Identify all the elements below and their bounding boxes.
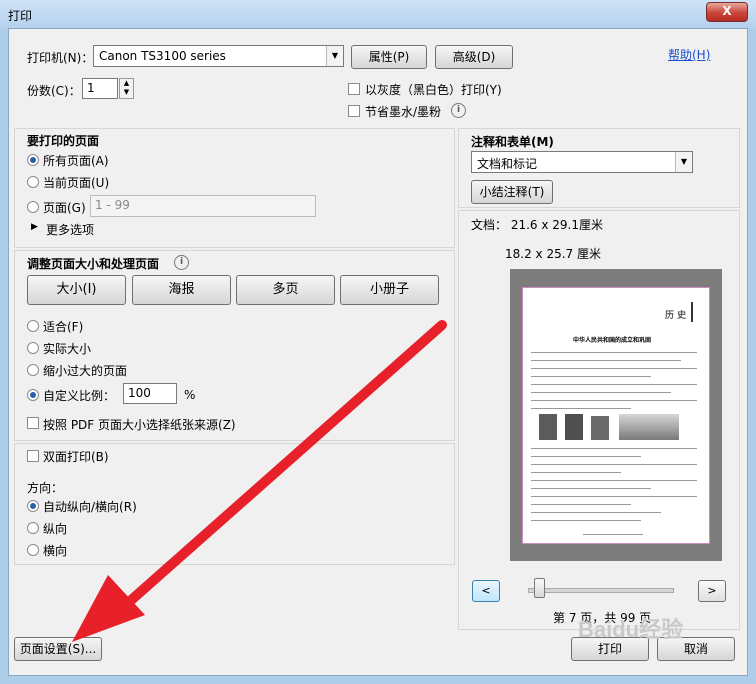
orientation-header: 方向： (27, 481, 64, 495)
comments-header: 注释和表单(M) (471, 135, 554, 149)
pdf-source-checkbox[interactable] (27, 417, 39, 429)
booklet-button[interactable]: 小册子 (340, 275, 439, 305)
document-size: 文档： 21.6 x 29.1厘米 (471, 218, 603, 232)
preview-mark (691, 302, 693, 322)
sizing-info-icon[interactable]: i (174, 255, 189, 270)
fit-label: 适合(F) (43, 320, 84, 334)
page-preview: 历 史 中华人民共和国的成立和巩固 (510, 269, 722, 561)
copies-input[interactable]: 1 (82, 78, 118, 99)
page-range-label: 页面(G) (43, 201, 86, 215)
more-options-label[interactable]: 更多选项 (46, 221, 94, 238)
percent-label: % (184, 388, 196, 402)
auto-orientation-label: 自动纵向/横向(R) (43, 500, 137, 514)
current-page-radio[interactable] (27, 176, 39, 188)
pdf-source-label: 按照 PDF 页面大小选择纸张来源(Z) (43, 418, 236, 432)
preview-sheet: 历 史 中华人民共和国的成立和巩固 (522, 287, 710, 544)
size-button[interactable]: 大小(I) (27, 275, 126, 305)
close-button[interactable]: X (706, 2, 748, 22)
page-slider-thumb[interactable] (534, 578, 545, 598)
expand-arrow-icon[interactable]: ▶ (31, 222, 38, 232)
save-ink-label: 节省墨水/墨粉 (365, 105, 442, 119)
title-bar[interactable]: 打印 X (0, 0, 756, 28)
prev-page-button[interactable]: < (472, 580, 500, 602)
printer-select[interactable]: Canon TS3100 series ▼ (93, 45, 344, 67)
page-slider-track[interactable] (528, 588, 674, 593)
properties-button[interactable]: 属性(P) (351, 45, 427, 69)
pages-header: 要打印的页面 (27, 134, 100, 148)
paper-size: 18.2 x 25.7 厘米 (505, 247, 601, 261)
preview-photo (591, 416, 609, 440)
preview-subject: 历 史 (665, 311, 687, 321)
help-link[interactable]: 帮助(H) (668, 46, 710, 63)
auto-orientation-radio[interactable] (27, 500, 39, 512)
shrink-label: 缩小过大的页面 (43, 364, 128, 378)
save-ink-checkbox[interactable] (348, 105, 360, 117)
grayscale-label: 以灰度（黑白色）打印(Y) (365, 83, 502, 97)
preview-photo (565, 414, 583, 440)
window-title: 打印 (8, 9, 33, 23)
comments-select[interactable]: 文档和标记 ▼ (471, 151, 693, 173)
page-range-input[interactable]: 1 - 99 (90, 195, 316, 217)
preview-photo (539, 414, 557, 440)
fit-radio[interactable] (27, 320, 39, 332)
all-pages-label: 所有页面(A) (43, 154, 109, 168)
page-range-radio[interactable] (27, 201, 39, 213)
custom-scale-radio[interactable] (27, 389, 39, 401)
actual-size-label: 实际大小 (43, 342, 92, 356)
landscape-radio[interactable] (27, 544, 39, 556)
portrait-radio[interactable] (27, 522, 39, 534)
advanced-button[interactable]: 高级(D) (435, 45, 513, 69)
portrait-label: 纵向 (43, 522, 68, 536)
print-dialog: 打印 X 打印机(N)： Canon TS3100 series ▼ 属性(P)… (0, 0, 756, 684)
grayscale-checkbox[interactable] (348, 83, 360, 95)
multiple-button[interactable]: 多页 (236, 275, 335, 305)
landscape-label: 横向 (43, 544, 68, 558)
comments-chevron-down-icon: ▼ (675, 152, 692, 172)
chevron-down-icon: ▼ (326, 46, 343, 66)
page-setup-button[interactable]: 页面设置(S)... (14, 637, 102, 661)
actual-size-radio[interactable] (27, 342, 39, 354)
shrink-radio[interactable] (27, 364, 39, 376)
preview-photo (619, 414, 679, 440)
copies-spinner[interactable]: ▲ ▼ (119, 78, 134, 99)
sizing-header: 调整页面大小和处理页面 (27, 257, 160, 271)
watermark-logo: Baidu经验 (578, 617, 684, 642)
poster-button[interactable]: 海报 (132, 275, 231, 305)
copies-label: 份数(C)： (27, 84, 81, 98)
next-page-button[interactable]: > (698, 580, 726, 602)
info-icon[interactable]: i (451, 103, 466, 118)
duplex-checkbox[interactable] (27, 450, 39, 462)
summarize-comments-button[interactable]: 小结注释(T) (471, 180, 553, 204)
custom-scale-label: 自定义比例： (43, 389, 116, 403)
printer-label: 打印机(N)： (27, 51, 94, 65)
scale-input[interactable]: 100 (123, 383, 177, 404)
all-pages-radio[interactable] (27, 154, 39, 166)
current-page-label: 当前页面(U) (43, 176, 110, 190)
duplex-label: 双面打印(B) (43, 450, 109, 464)
printer-value: Canon TS3100 series (99, 49, 226, 63)
comments-value: 文档和标记 (477, 157, 538, 171)
preview-title: 中华人民共和国的成立和巩固 (573, 337, 652, 344)
